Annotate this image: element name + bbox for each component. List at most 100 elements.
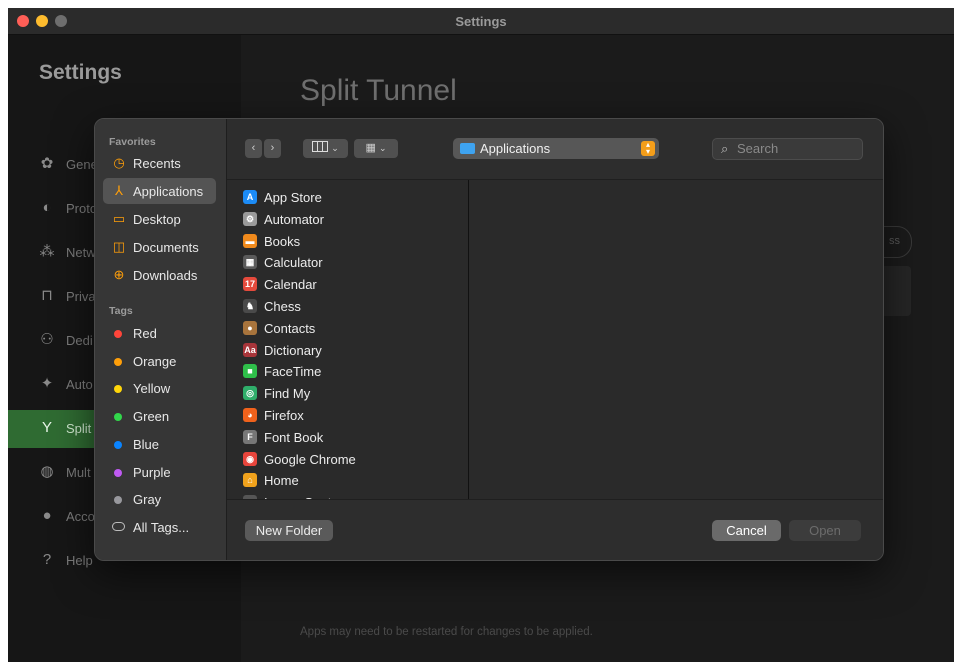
folder-icon: [460, 143, 475, 154]
nav-item-label: Auto: [66, 377, 93, 392]
file-row[interactable]: ● Contacts: [243, 318, 463, 339]
file-row[interactable]: ▬ Books: [243, 231, 463, 252]
file-label: Find My: [264, 386, 311, 402]
column-view-icon: [312, 141, 329, 152]
tag-label: Yellow: [133, 381, 171, 397]
file-row[interactable]: Aa Dictionary: [243, 340, 463, 361]
lock-icon: ⊓: [41, 287, 53, 304]
desktop-icon: ▭: [112, 211, 126, 226]
file-label: App Store: [264, 190, 322, 205]
tag-item[interactable]: Green: [103, 403, 216, 429]
title-bar: Settings: [8, 8, 954, 35]
chevron-right-icon: ›: [270, 142, 275, 154]
help-icon: ?: [42, 551, 52, 568]
grid-view-icon: ▦: [365, 142, 376, 154]
file-label: Firefox: [264, 408, 304, 423]
file-label: Automator: [264, 211, 324, 227]
network-icon: ⁂: [39, 243, 55, 260]
tag-item[interactable]: Orange: [103, 348, 216, 374]
file-row[interactable]: ⚙ Automator: [243, 209, 463, 230]
file-row[interactable]: ◕ Firefox: [243, 405, 463, 426]
group-view-button[interactable]: ▦ ⌄: [354, 139, 398, 158]
favorite-item-documents[interactable]: ◫ Documents: [103, 234, 216, 260]
nav-item-label: Dedi: [66, 333, 93, 348]
back-button[interactable]: ‹: [245, 139, 262, 158]
facetime-icon: ■: [243, 364, 257, 379]
calendar-icon: 17: [243, 277, 257, 292]
find-my-icon: ◎: [243, 386, 257, 401]
calculator-icon: ▦: [243, 255, 257, 270]
file-row[interactable]: 17 Calendar: [243, 274, 463, 295]
file-row[interactable]: ◎ Find My: [243, 383, 463, 404]
file-row[interactable]: F Font Book: [243, 427, 463, 448]
search-field[interactable]: ⌕: [712, 138, 863, 160]
favorite-label: Recents: [133, 156, 181, 171]
up-down-chevron-icon: ▴ ▾: [641, 141, 655, 156]
favorite-item-applications[interactable]: ⅄ Applications: [103, 178, 216, 204]
file-row[interactable]: A App Store: [243, 187, 463, 208]
tag-item[interactable]: All Tags...: [103, 514, 216, 540]
file-label: Dictionary: [264, 342, 322, 358]
search-input[interactable]: [737, 141, 855, 156]
file-row[interactable]: ◉ Google Chrome: [243, 449, 463, 470]
file-label: Calendar: [264, 277, 317, 293]
dialog-toolbar: ‹ › ⌄ ▦ ⌄ Applications ▴ ▾ ⌕: [227, 119, 883, 180]
forward-button[interactable]: ›: [264, 139, 281, 158]
nav-item-label: Priva: [66, 289, 96, 304]
open-button[interactable]: Open: [789, 520, 861, 541]
tag-item[interactable]: Red: [103, 320, 216, 346]
open-file-dialog: Favorites ◷ Recents ⅄ Applications ▭ Desktop ◫…: [94, 118, 884, 561]
file-row[interactable]: ♞ Chess: [243, 296, 463, 317]
tag-label: Red: [133, 326, 157, 341]
nav-item-label: Netw: [66, 245, 96, 260]
favorite-item-recents[interactable]: ◷ Recents: [103, 150, 216, 176]
tag-color-dot: [114, 413, 122, 422]
file-label: Contacts: [264, 320, 316, 336]
column-view-button[interactable]: ⌄: [303, 139, 348, 158]
favorite-item-desktop[interactable]: ▭ Desktop: [103, 206, 216, 232]
favorite-item-downloads[interactable]: ⊕ Downloads: [103, 262, 216, 288]
tag-label: Blue: [133, 436, 160, 452]
automation-icon: ✦: [40, 375, 54, 392]
contacts-icon: ●: [243, 320, 257, 335]
dictionary-icon: Aa: [243, 342, 257, 357]
chevron-left-icon: ‹: [251, 142, 256, 154]
file-row[interactable]: ■ FaceTime: [243, 361, 463, 382]
tags-header: Tags: [109, 305, 133, 317]
file-row[interactable]: ▦ Calculator: [243, 252, 463, 273]
dialog-sidebar: Favorites ◷ Recents ⅄ Applications ▭ Desktop ◫…: [95, 119, 227, 560]
applications-icon: ⅄: [115, 183, 123, 198]
tag-item[interactable]: Gray: [103, 486, 216, 512]
nav-item-label: Proto: [66, 201, 98, 216]
new-folder-button[interactable]: New Folder: [245, 520, 333, 541]
file-label: Home: [264, 473, 299, 489]
file-label: Books: [264, 233, 301, 249]
split-tunnel-icon: Y: [41, 419, 52, 436]
favorite-label: Applications: [133, 184, 204, 199]
tag-color-dot: [114, 385, 122, 394]
file-label: Font Book: [264, 429, 324, 445]
file-label: Calculator: [264, 255, 323, 271]
file-label: Google Chrome: [264, 451, 356, 467]
favorites-header: Favorites: [109, 136, 156, 148]
tag-item[interactable]: Yellow: [103, 375, 216, 401]
tag-item[interactable]: Blue: [103, 431, 216, 457]
file-label: FaceTime: [264, 364, 322, 380]
download-icon: ⊕: [113, 267, 125, 282]
chrome-icon: ◉: [243, 451, 257, 466]
page-title: Split Tunnel: [300, 74, 457, 107]
tag-item[interactable]: Purple: [103, 459, 216, 485]
location-label: Applications: [480, 141, 551, 156]
tag-label: Gray: [133, 492, 162, 508]
location-popup[interactable]: Applications ▴ ▾: [453, 138, 659, 159]
settings-sidebar-title: Settings: [39, 61, 122, 84]
file-row[interactable]: ▤Image Capture: [243, 492, 463, 499]
dialog-bottom-bar: New Folder Cancel Open: [227, 499, 883, 560]
account-icon: ●: [42, 507, 52, 524]
file-list[interactable]: A App Store ⚙ Automator ▬ Books ▦ Calculator 17 C…: [227, 180, 469, 499]
cancel-button[interactable]: Cancel: [712, 520, 781, 541]
app-store-icon: A: [243, 190, 257, 204]
file-row[interactable]: ⌂ Home: [243, 470, 463, 491]
search-icon: ⌕: [721, 141, 729, 156]
favorite-label: Desktop: [133, 212, 181, 227]
